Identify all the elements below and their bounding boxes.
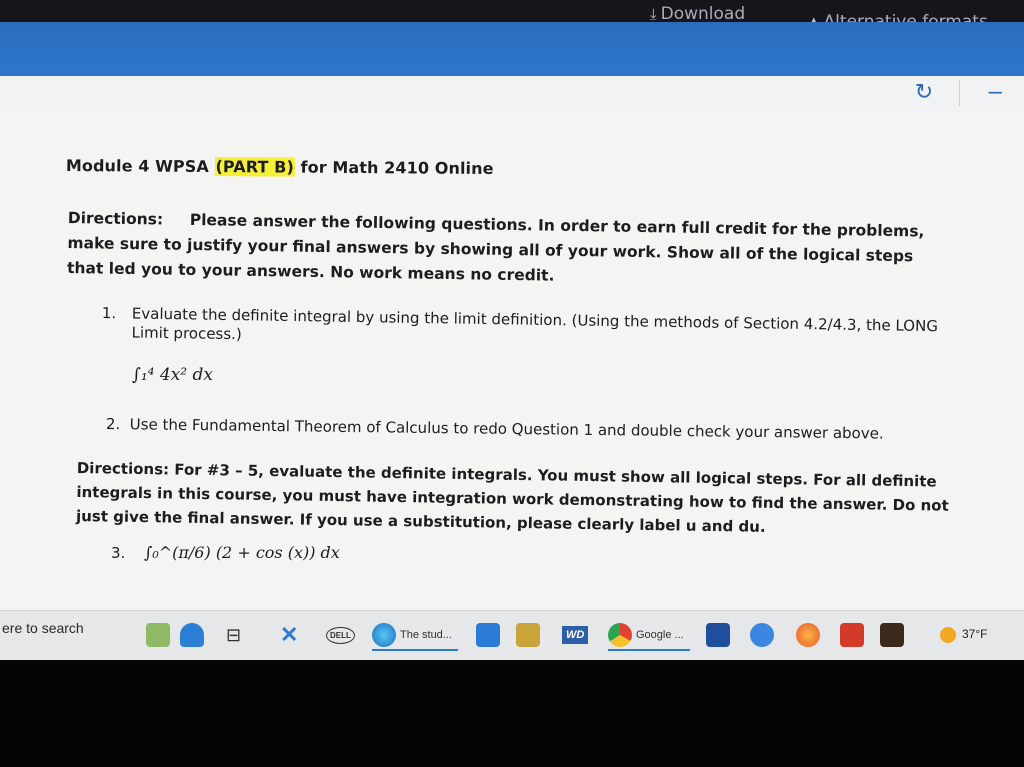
directions-2-paragraph: Directions: For #3 – 5, evaluate the def… (75, 458, 949, 536)
office-icon[interactable] (840, 621, 864, 649)
download-icon: ⤓ (650, 5, 657, 23)
edge-icon (372, 623, 396, 647)
directions-text: Please answer the following questions. I… (66, 210, 925, 285)
weather-widget[interactable]: 37°F (940, 627, 987, 643)
vscode-icon[interactable]: ✕ (280, 621, 298, 649)
question-1: 1. Evaluate the definite integral by usi… (101, 304, 951, 355)
weather-temp: 37°F (962, 627, 988, 642)
question-3-integral: ∫₀^(π/6) (2 + cos (x)) dx (144, 543, 340, 562)
document-page: Module 4 WPSA (PART B) for Math 2410 Onl… (0, 112, 1024, 610)
dell-icon[interactable]: DELL (326, 621, 355, 649)
monitor-bezel (0, 660, 1024, 767)
colorful-app-icon[interactable] (750, 621, 774, 649)
firefox-icon[interactable] (796, 621, 820, 649)
store-icon[interactable] (516, 621, 540, 649)
question-1-number: 1. (101, 304, 117, 323)
edge-app-label: The stud... (400, 629, 452, 641)
question-2-text: Use the Fundamental Theorem of Calculus … (129, 415, 884, 443)
edge-app-button[interactable]: The stud... (372, 621, 458, 651)
wd-app-icon[interactable]: WD (562, 621, 589, 649)
download-button[interactable]: ⤓ Download (650, 4, 745, 24)
windows-app-icon[interactable] (706, 621, 730, 649)
download-label: Download (660, 4, 746, 24)
refresh-icon[interactable]: ↻ (912, 80, 936, 104)
question-1-text: Evaluate the definite integral by using … (131, 304, 939, 344)
question-1-integral: ∫₁⁴ 4x² dx (132, 365, 213, 385)
chrome-icon (608, 623, 632, 647)
whiteboard-app-icon[interactable] (146, 621, 170, 649)
sun-icon (940, 627, 956, 643)
taskbar: ere to search ⊟ ✕ DELL The stud... WD Go… (0, 610, 1024, 661)
directions-label: Directions: (67, 208, 164, 229)
game-app-icon[interactable] (880, 621, 904, 649)
download-toolbar: ⤓Download ▲Alternative formats (0, 0, 1024, 32)
task-view-icon[interactable]: ⊟ (226, 621, 241, 649)
blue-header (0, 22, 1024, 84)
question-3-number: 3. (111, 544, 126, 562)
pinned-app-icon[interactable] (180, 621, 204, 649)
question-2-number: 2. (105, 415, 121, 434)
minimize-icon[interactable]: – (989, 78, 1002, 106)
question-2: 2. Use the Fundamental Theorem of Calcul… (106, 415, 956, 444)
toolbar-divider (959, 80, 960, 106)
directions-paragraph: Directions: Please answer the following q… (67, 206, 948, 295)
mail-icon[interactable] (476, 621, 500, 649)
page-title: Module 4 WPSA (PART B) for Math 2410 Onl… (65, 156, 494, 178)
chrome-app-label: Google ... (636, 629, 684, 641)
taskbar-search[interactable]: ere to search (2, 620, 84, 636)
chrome-app-button[interactable]: Google ... (608, 621, 690, 651)
viewer-toolbar (0, 76, 1024, 115)
highlighted-part: (PART B) (214, 157, 295, 177)
